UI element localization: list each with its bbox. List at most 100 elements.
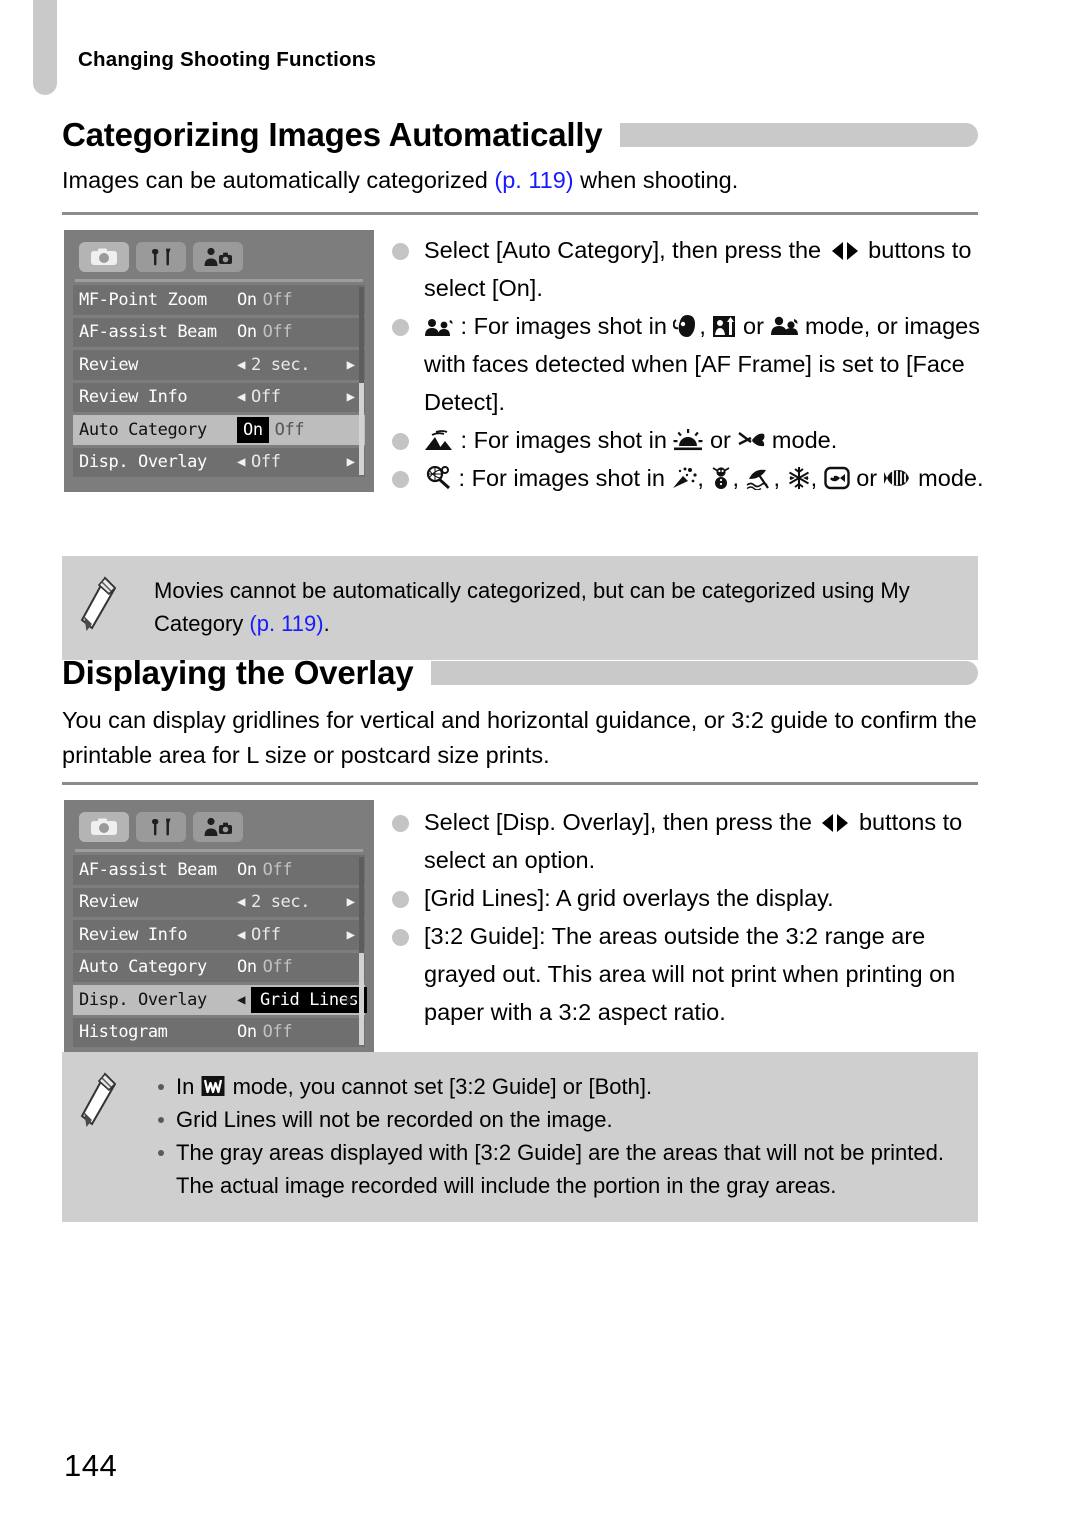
right-arrow-icon[interactable]: ▶: [347, 389, 355, 405]
underwater-mode-icon: [883, 470, 909, 486]
menu-row-histogram[interactable]: Histogram On Off: [73, 1017, 365, 1047]
fireworks-mode-icon: [673, 467, 698, 488]
step-item: [Grid Lines]: A grid overlays the displa…: [388, 879, 988, 917]
heading-bar: [431, 660, 978, 685]
menu-row-review-info[interactable]: Review Info ◀ Off ▶: [73, 920, 365, 950]
menu-row-label: Review Info: [79, 924, 188, 945]
menu-row-value: ◀ Off: [237, 387, 281, 407]
step-text: : For images shot in , or mode, or image…: [424, 313, 980, 415]
right-arrow-icon[interactable]: ▶: [347, 992, 355, 1008]
bullet-dot: [392, 319, 409, 336]
menu-row-auto-category[interactable]: Auto Category On Off: [73, 415, 365, 445]
value-on-selected[interactable]: On: [237, 416, 269, 443]
step-text-a: : For images shot in: [454, 313, 674, 339]
menu-row-disp-overlay[interactable]: Disp. Overlay ◀ Grid Lines ▶: [73, 985, 368, 1015]
value-on[interactable]: On: [237, 957, 257, 977]
page-reference-link[interactable]: (p. 119): [494, 167, 573, 193]
value-off[interactable]: Off: [263, 957, 293, 977]
step-item: : For images shot in , or mode, or image…: [388, 307, 988, 421]
right-arrow-icon[interactable]: ▶: [347, 357, 355, 373]
section-heading-text: Categorizing Images Automatically: [62, 116, 603, 153]
step-text-a: Select [Disp. Overlay], then press the: [424, 809, 819, 835]
step-text: Select [Disp. Overlay], then press the b…: [424, 809, 962, 873]
snowflake-mode-icon: [788, 467, 809, 489]
bullet-dot: [392, 471, 409, 488]
value-off[interactable]: Off: [263, 860, 293, 880]
aquarium-mode-icon: [823, 466, 850, 490]
right-arrow-icon[interactable]: ▶: [347, 454, 355, 470]
menu-row-label: AF-assist Beam: [79, 859, 217, 880]
my-camera-tab[interactable]: [193, 242, 243, 272]
menu-row-review[interactable]: Review ◀ 2 sec. ▶: [73, 350, 365, 380]
menu-separator-2: [75, 849, 363, 852]
value-off[interactable]: Off: [263, 290, 293, 310]
menu-row-disp-overlay[interactable]: Disp. Overlay ◀ Off ▶: [73, 447, 365, 477]
note-list-item: In mode, you cannot set [3:2 Guide] or […: [154, 1070, 962, 1103]
menu-row-value: ◀ 2 sec.: [237, 892, 310, 912]
value-text: Off: [251, 387, 281, 408]
right-arrow-icon[interactable]: ▶: [347, 927, 355, 943]
left-arrow-icon[interactable]: ◀: [237, 389, 245, 405]
left-arrow-icon[interactable]: ◀: [237, 992, 245, 1008]
kids-pets-mode-icon: [771, 316, 799, 335]
pencil-icon: [80, 576, 117, 631]
value-on[interactable]: On: [237, 860, 257, 880]
step-text: : For images shot in , , , , or mode.: [424, 465, 983, 491]
page-number: 144: [64, 1448, 118, 1483]
right-arrow-icon[interactable]: ▶: [347, 894, 355, 910]
shooting-tab[interactable]: [79, 242, 129, 272]
menu-row-review[interactable]: Review ◀ 2 sec. ▶: [73, 887, 365, 917]
menu-row-label: AF-assist Beam: [79, 322, 217, 343]
menu-scrollbar-thumb-1[interactable]: [359, 383, 364, 475]
value-off[interactable]: Off: [263, 322, 293, 342]
shooting-tab[interactable]: [79, 812, 129, 842]
left-arrow-icon[interactable]: ◀: [237, 454, 245, 470]
menu-row-label: Auto Category: [79, 419, 207, 440]
step-item: : For images shot in or mode.: [388, 421, 988, 459]
bullet-dot-small: [158, 1117, 164, 1123]
events-category-icon: [426, 466, 451, 490]
menu-row-label: Disp. Overlay: [79, 452, 207, 473]
section1-intro-paragraph: Images can be automatically categorized …: [62, 163, 980, 198]
step-text-a: : For images shot in: [454, 427, 674, 453]
left-arrow-icon[interactable]: ◀: [237, 894, 245, 910]
bullet-dot: [392, 891, 409, 908]
comma-3: ,: [732, 465, 746, 491]
intro-text-after: when shooting.: [573, 167, 739, 193]
menu-scrollbar-thumb-2[interactable]: [359, 953, 364, 1045]
value-off[interactable]: Off: [275, 420, 305, 440]
setup-tab[interactable]: [136, 242, 186, 272]
step-text: Select [Auto Category], then press the b…: [424, 237, 971, 301]
value-text: Off: [251, 452, 281, 473]
menu-row-label: Histogram: [79, 1022, 168, 1043]
my-camera-tab[interactable]: [193, 812, 243, 842]
left-arrow-icon[interactable]: ◀: [237, 927, 245, 943]
menu-row-auto-category[interactable]: Auto Category On Off: [73, 952, 365, 982]
menu-rows-1: MF-Point Zoom On Off AF-assist Beam On O…: [73, 285, 365, 477]
value-off[interactable]: Off: [263, 1022, 293, 1042]
menu-row-af-assist-beam[interactable]: AF-assist Beam On Off: [73, 855, 365, 885]
pencil-icon-wrap: [78, 1070, 154, 1202]
step-text-a: Select [Auto Category], then press the: [424, 237, 828, 263]
menu-row-label: Disp. Overlay: [79, 989, 207, 1010]
kids-pets-category-icon: [425, 319, 453, 336]
menu-row-value: On Off: [237, 416, 305, 443]
note-page-reference[interactable]: (p. 119): [249, 611, 323, 636]
step-text-a: : For images shot in: [452, 465, 672, 491]
value-on[interactable]: On: [237, 322, 257, 342]
value-on[interactable]: On: [237, 1022, 257, 1042]
snow-mode-icon: [713, 467, 730, 489]
menu-row-af-assist-beam[interactable]: AF-assist Beam On Off: [73, 317, 365, 347]
section-heading-categorizing: Categorizing Images Automatically: [62, 118, 978, 151]
section1-steps-list: Select [Auto Category], then press the b…: [388, 231, 988, 497]
note-body-text: Movies cannot be automatically categoriz…: [154, 574, 962, 640]
step-item: Select [Disp. Overlay], then press the b…: [388, 803, 988, 879]
menu-rows-2: AF-assist Beam On Off Review ◀ 2 sec. ▶ …: [73, 855, 368, 1047]
left-arrow-icon[interactable]: ◀: [237, 357, 245, 373]
section2-intro-paragraph: You can display gridlines for vertical a…: [62, 707, 977, 768]
menu-row-review-info[interactable]: Review Info ◀ Off ▶: [73, 382, 365, 412]
value-on[interactable]: On: [237, 290, 257, 310]
setup-tab[interactable]: [136, 812, 186, 842]
menu-row-mf-point-zoom[interactable]: MF-Point Zoom On Off: [73, 285, 365, 315]
portrait-mode-icon: [673, 315, 696, 337]
